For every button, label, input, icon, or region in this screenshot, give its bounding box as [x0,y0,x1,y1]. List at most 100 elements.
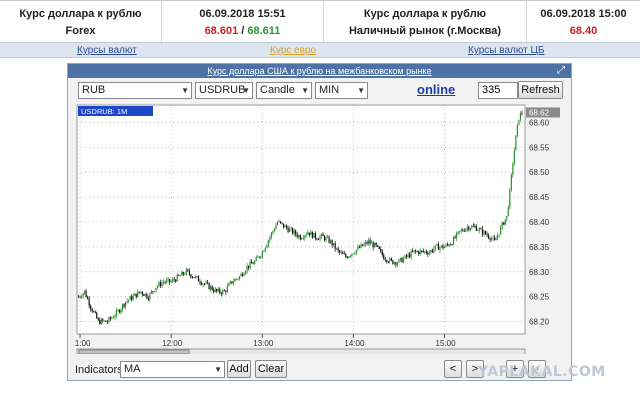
candle-body [240,273,242,277]
candle-body [118,310,121,313]
candle-body [451,244,453,246]
candle-body [235,278,238,280]
candle-body [310,231,312,236]
link-euro[interactable]: Курс евро [270,45,316,56]
chart-area[interactable]: 68.20 68.25 68.30 68.35 68.40 68.45 68.50 68.55… [71,102,565,356]
forex-bid: 68.601 [204,25,239,37]
candle-body [77,296,80,298]
candle-body [219,288,221,293]
candle-body [158,282,160,287]
indicator-select[interactable]: MA ▼ [120,361,225,378]
candle-body [278,221,280,223]
candle-body [308,232,310,236]
candle-body [214,288,216,292]
candle-body [374,242,376,248]
chart-type-select-value: Candle [260,84,295,96]
candle-body [443,246,446,249]
candle-body [393,262,395,265]
candle-body [276,222,279,226]
candle-body [191,277,194,279]
candle-body [178,274,180,276]
candle-body [90,305,92,309]
candle-body [121,304,124,310]
panel-title[interactable]: Курс доллара США к рублю на межбанковско… [207,66,431,76]
candle-body [93,311,95,313]
chevron-down-icon: ▼ [214,365,222,374]
panel-title-bar: Курс доллара США к рублю на межбанковско… [68,64,571,78]
forex-ask: 68.611 [247,25,281,37]
candle-body [200,282,203,285]
candle-body [386,260,388,262]
candle-body [305,234,307,236]
candle-body [398,259,400,263]
online-link[interactable]: online [417,82,455,97]
candle-body [269,237,271,241]
currency-select[interactable]: RUB ▼ [78,82,192,99]
pair-select[interactable]: USDRUB ▼ [195,82,253,99]
forex-title-cell: Курс доллара к рублю Forex [0,1,162,43]
candlestick-chart[interactable]: 68.20 68.25 68.30 68.35 68.40 68.45 68.50 68.55… [71,102,565,356]
chevron-down-icon: ▼ [301,86,309,95]
candle-body [436,244,438,246]
candle-body [349,255,351,257]
candle-body [248,265,250,268]
candle-body [211,286,213,291]
candle-body [251,261,253,264]
chart-type-select[interactable]: Candle ▼ [256,82,312,99]
candle-body [159,282,162,286]
y-tick-label: 68.20 [529,318,550,327]
candle-body [223,290,225,292]
candle-body [270,232,272,238]
candle-body [434,245,436,250]
candle-body [504,219,506,225]
y-tick-label: 68.55 [529,143,550,152]
candle-body [331,240,333,246]
candle-body [445,244,447,247]
candle-body [334,243,336,249]
candle-body [337,248,339,251]
candle-body [111,317,113,319]
indicator-select-value: MA [124,363,141,375]
candle-body [387,261,389,263]
candle-body [468,226,470,230]
candle-body [216,288,218,292]
candle-body [487,235,490,239]
link-currencies[interactable]: Курсы валют [77,45,137,56]
candle-body [355,249,358,254]
candle-body [296,234,298,237]
candle-body [202,283,204,285]
candle-body [360,244,362,248]
candle-body [367,240,370,244]
candle-body [519,113,522,120]
add-indicator-button[interactable]: Add [227,360,251,378]
candle-body [80,296,83,298]
candle-body [82,293,84,297]
candle-body [222,290,224,294]
chart-panel: Курс доллара США к рублю на межбанковско… [67,63,572,381]
bar-count-input[interactable]: 335 [478,82,518,99]
candle-body [231,281,233,284]
candle-body [217,288,219,292]
period-select[interactable]: MIN ▼ [315,82,368,99]
series-tag: USDRUB: 1M [81,107,127,116]
x-tick-label: 13:00 [253,339,274,348]
x-tick-label: 12:00 [162,339,183,348]
clear-indicators-button[interactable]: Clear [255,360,287,378]
candle-body [500,227,502,235]
candle-body [475,226,478,231]
candle-body [244,271,247,274]
candle-body [466,226,468,229]
refresh-button[interactable]: Refresh [518,81,563,99]
candle-body [311,231,313,238]
y-tick-label: 68.35 [529,243,550,252]
candle-body [79,296,81,298]
candle-body [105,320,107,322]
candle-body [285,225,288,228]
scroll-left-button[interactable]: < [444,360,462,378]
candle-body [258,256,260,258]
link-cb[interactable]: Курсы валют ЦБ [468,45,544,56]
expand-icon[interactable]: ⤢ [557,64,565,78]
candle-body [279,221,282,223]
candle-body [85,290,87,298]
candle-body [115,310,118,316]
